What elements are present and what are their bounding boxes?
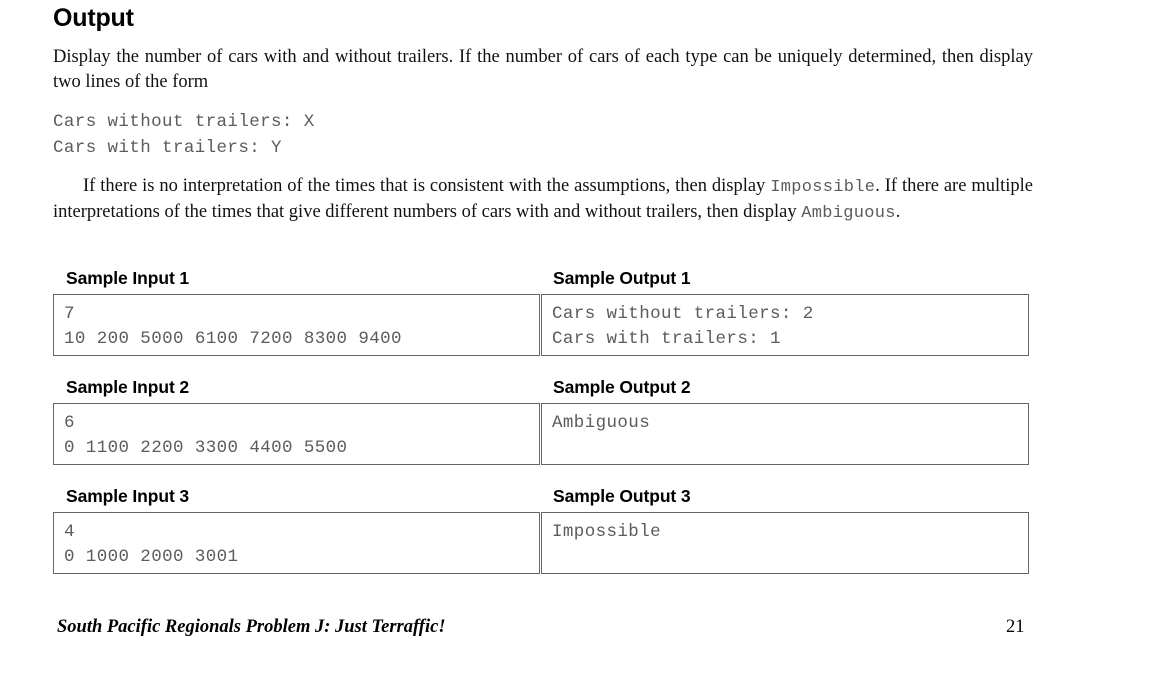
paragraph-output-description: Display the number of cars with and with…: [53, 47, 1033, 92]
code-line-2: Cars with trailers: Y: [53, 138, 282, 158]
sample-output-3-label: Sample Output 3: [553, 486, 691, 506]
footer-title: South Pacific Regionals Problem J: Just …: [57, 617, 446, 637]
sample-input-3-line-1: 4: [64, 522, 75, 542]
sample-input-2-line-2: 0 1100 2200 3300 4400 5500: [64, 438, 348, 458]
output-format-code-block: Cars without trailers: X Cars with trail…: [53, 109, 315, 161]
paragraph-text-part-3: .: [895, 202, 901, 222]
sample-output-1-line-1: Cars without trailers: 2: [552, 304, 814, 324]
sample-input-1-line-1: 7: [64, 304, 75, 324]
sample-output-1-box: Cars without trailers: 2 Cars with trail…: [541, 294, 1029, 356]
sample-output-1-label: Sample Output 1: [553, 268, 691, 288]
sample-output-2-line-1: Ambiguous: [552, 413, 651, 433]
inline-code-ambiguous: Ambiguous: [801, 204, 896, 223]
sample-input-1-line-2: 10 200 5000 6100 7200 8300 9400: [64, 329, 402, 349]
sample-output-3-line-1: Impossible: [552, 522, 662, 542]
paragraph-special-cases: If there is no interpretation of the tim…: [53, 174, 1033, 226]
sample-input-2-line-1: 6: [64, 413, 75, 433]
sample-input-3-label: Sample Input 3: [66, 486, 190, 506]
sample-input-3-box: 4 0 1000 2000 3001: [53, 512, 540, 574]
paragraph-text-part-1: If there is no interpretation of the tim…: [83, 176, 771, 196]
sample-input-2-label: Sample Input 2: [66, 377, 190, 397]
page-title: Output: [53, 4, 134, 32]
footer-page-number: 21: [1006, 617, 1025, 637]
sample-input-1-box: 7 10 200 5000 6100 7200 8300 9400: [53, 294, 540, 356]
sample-output-2-label: Sample Output 2: [553, 377, 691, 397]
sample-input-3-line-2: 0 1000 2000 3001: [64, 547, 239, 567]
sample-output-2-box: Ambiguous: [541, 403, 1029, 465]
sample-output-3-box: Impossible: [541, 512, 1029, 574]
inline-code-impossible: Impossible: [770, 178, 876, 197]
sample-output-1-line-2: Cars with trailers: 1: [552, 329, 781, 349]
code-line-1: Cars without trailers: X: [53, 112, 315, 132]
sample-input-2-box: 6 0 1100 2200 3300 4400 5500: [53, 403, 540, 465]
document-page: Output Display the number of cars with a…: [0, 0, 1157, 686]
sample-input-1-label: Sample Input 1: [66, 268, 190, 288]
